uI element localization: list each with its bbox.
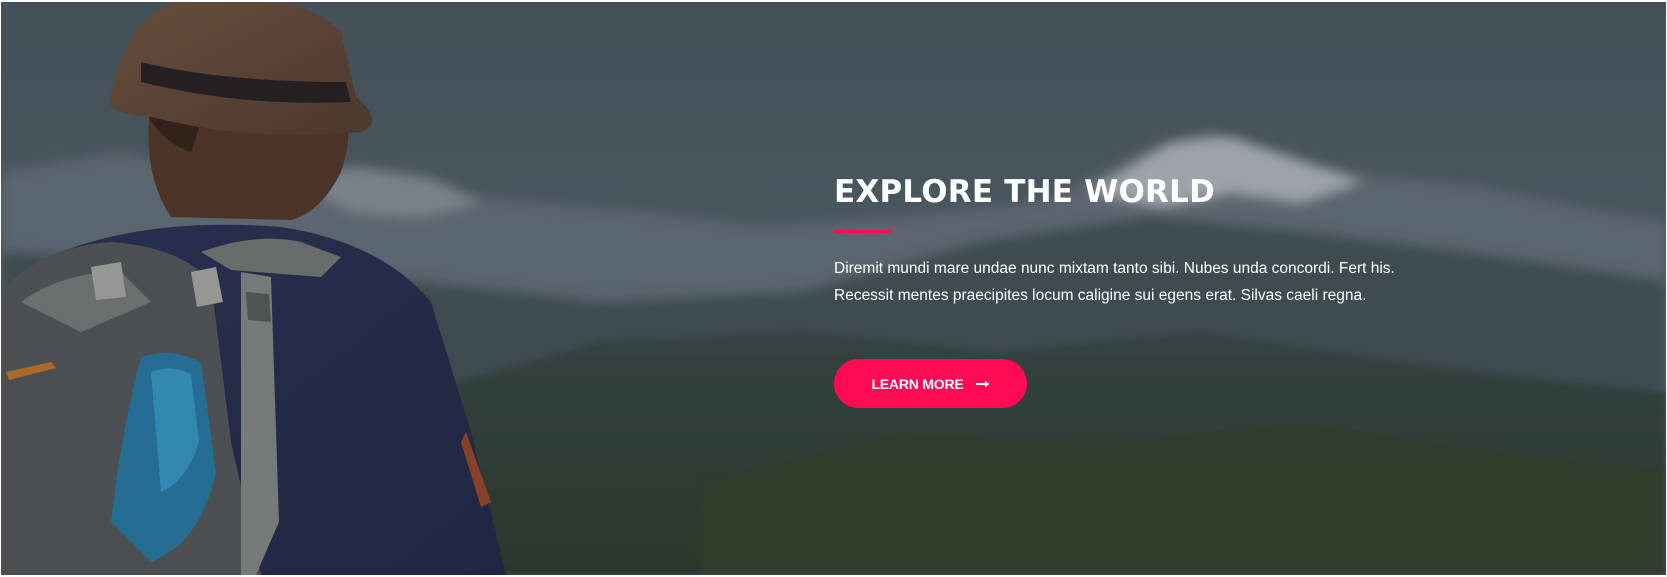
learn-more-label: LEARN MORE <box>871 375 964 392</box>
title-divider <box>834 230 891 233</box>
hero-description-line: Diremit mundi mare undae nunc mixtam tan… <box>834 260 1395 277</box>
hero-content: EXPLORE THE WORLD Diremit mundi mare und… <box>834 172 1474 408</box>
hero-banner: EXPLORE THE WORLD Diremit mundi mare und… <box>1 2 1666 575</box>
arrow-right-icon <box>975 380 990 388</box>
hero-description: Diremit mundi mare undae nunc mixtam tan… <box>834 255 1474 309</box>
hero-title: EXPLORE THE WORLD <box>834 174 1216 210</box>
hero-description-line: Recessit mentes praecipites locum caligi… <box>834 287 1367 304</box>
learn-more-button[interactable]: LEARN MORE <box>834 359 1027 408</box>
